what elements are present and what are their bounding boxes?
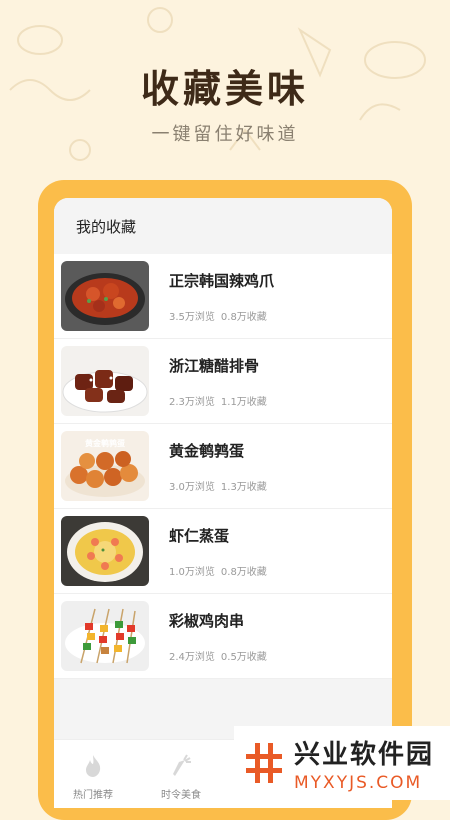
favorite-item[interactable]: 浙江糖醋排骨 2.3万浏览 1.1万收藏: [54, 339, 392, 424]
tab-label: 热门推荐: [73, 790, 113, 801]
favorite-title: 正宗韩国辣鸡爪: [169, 271, 275, 290]
favorite-title: 浙江糖醋排骨: [169, 356, 260, 375]
tab-seasonal-food[interactable]: 时令美食: [146, 754, 216, 801]
favorite-item[interactable]: 虾仁蒸蛋 1.0万浏览 0.8万收藏: [54, 509, 392, 594]
golden-quail-eggs-image: 黄金鹌鹑蛋: [61, 431, 149, 501]
watermark-url: MYXYJS.COM: [294, 772, 423, 793]
shrimp-steamed-egg-image: [61, 516, 149, 586]
watermark-name: 兴业软件园: [294, 739, 435, 770]
save-count: 1.1万收藏: [220, 396, 267, 408]
favorite-item[interactable]: 彩椒鸡肉串 2.4万浏览 0.5万收藏: [54, 594, 392, 679]
favorite-stats: 3.5万浏览 0.8万收藏: [169, 308, 274, 323]
sweet-sour-ribs-image: [61, 346, 149, 416]
view-count: 1.0万浏览: [169, 566, 215, 578]
favorite-item[interactable]: 正宗韩国辣鸡爪 3.5万浏览 0.8万收藏: [54, 254, 392, 339]
carrot-icon: [173, 754, 191, 776]
save-count: 0.8万收藏: [220, 311, 267, 323]
view-count: 3.0万浏览: [169, 481, 215, 493]
golden-quail-eggs-image-caption: 黄金鹌鹑蛋: [85, 438, 125, 448]
favorite-stats: 2.3万浏览 1.1万收藏: [169, 393, 267, 408]
site-watermark: 兴业软件园 MYXYJS.COM: [234, 726, 450, 800]
hero-subtitle: 一键留住好味道: [151, 124, 299, 145]
favorite-title: 黄金鹌鹑蛋: [169, 441, 245, 460]
favorites-list: 正宗韩国辣鸡爪 3.5万浏览 0.8万收藏 浙江糖醋排骨 2.3万浏览 1.1万…: [54, 254, 392, 679]
tab-label: 时令美食: [161, 790, 201, 801]
favorite-title: 彩椒鸡肉串: [169, 611, 245, 630]
favorite-title: 虾仁蒸蛋: [169, 526, 230, 545]
flame-icon: [86, 755, 101, 777]
tab-hot-recommend[interactable]: 热门推荐: [58, 754, 128, 801]
save-count: 1.3万收藏: [220, 481, 267, 493]
view-count: 2.4万浏览: [169, 651, 215, 663]
favorite-stats: 3.0万浏览 1.3万收藏: [169, 478, 267, 493]
favorite-stats: 2.4万浏览 0.5万收藏: [169, 648, 267, 663]
view-count: 3.5万浏览: [169, 311, 215, 323]
hero-title: 收藏美味: [140, 67, 309, 111]
favorite-stats: 1.0万浏览 0.8万收藏: [169, 563, 267, 578]
hash-logo-icon: [246, 743, 282, 783]
spicy-chicken-feet-image: [61, 261, 149, 331]
pepper-chicken-skewers-image: [61, 601, 149, 671]
save-count: 0.8万收藏: [220, 566, 267, 578]
favorite-item[interactable]: 黄金鹌鹑蛋 黄金鹌鹑蛋 3.0万浏览 1.3万收藏: [54, 424, 392, 509]
page-title: 我的收藏: [54, 198, 392, 254]
phone-screen: 我的收藏 正宗韩国辣鸡爪 3.5万浏览 0.8万收藏 浙江糖醋排骨 2.3万浏览…: [54, 198, 392, 808]
save-count: 0.5万收藏: [220, 651, 267, 663]
view-count: 2.3万浏览: [169, 396, 215, 408]
